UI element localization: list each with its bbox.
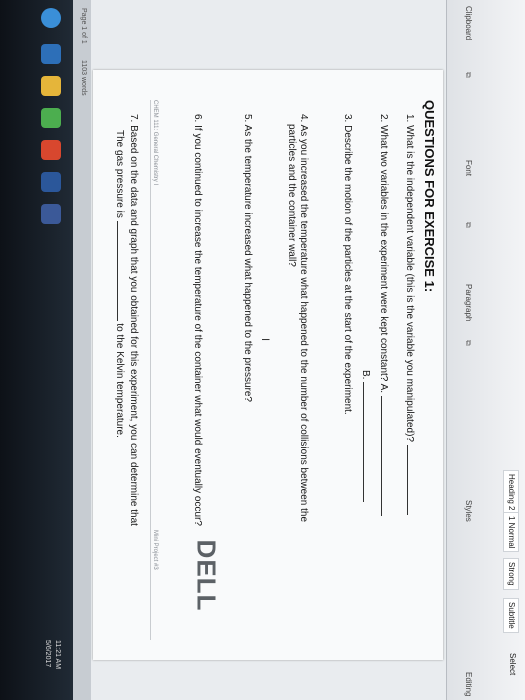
word-count: 1103 words <box>80 60 87 96</box>
style-subtitle[interactable]: Subtitle <box>503 598 519 633</box>
question-6: 6. If you continued to increase the temp… <box>192 114 203 526</box>
question-5: 5. As the temperature increased what hap… <box>242 114 253 402</box>
ribbon-group-editing: Editing <box>464 672 473 697</box>
text-cursor-icon: I <box>259 338 271 342</box>
select-button[interactable]: Select <box>505 650 519 678</box>
page-heading: QUESTIONS FOR EXERCISE 1: <box>422 100 437 293</box>
question-7-cont: The gas pressure is to the Kelvin temper… <box>114 130 125 438</box>
style-strong[interactable]: Strong <box>503 558 519 590</box>
word-window: Clipboard ⧉ Font ⧉ Paragraph ⧉ Styles Ed… <box>0 0 525 700</box>
style-heading2[interactable]: Heading 2 <box>503 470 519 515</box>
answer-blank[interactable] <box>117 220 118 321</box>
ribbon-group-styles: Styles <box>464 500 473 522</box>
chrome-icon[interactable] <box>41 108 61 128</box>
question-7: 7. Based on the data and graph that you … <box>128 114 139 526</box>
question-4-cont: particles and the container wall? <box>286 124 297 267</box>
ie-icon[interactable] <box>41 44 61 64</box>
question-2: 2. What two variables in the experiment … <box>378 114 389 516</box>
dialog-launcher-icon[interactable]: ⧉ <box>463 72 473 78</box>
footer-course: CHEM 111: General Chemistry I <box>152 100 158 186</box>
document-page[interactable]: QUESTIONS FOR EXERCISE 1: 1. What is the… <box>93 70 443 660</box>
status-bar: Page 1 of 1 1103 words <box>73 0 91 700</box>
taskbar <box>0 0 73 700</box>
question-1: 1. What is the independent variable (thi… <box>404 114 415 515</box>
clock-date: 5/6/2017 <box>44 640 51 668</box>
start-button-icon[interactable] <box>41 8 61 28</box>
question-2b: B. <box>360 370 371 503</box>
answer-blank[interactable] <box>363 382 364 503</box>
ribbon-group-font: Font <box>464 160 473 177</box>
app-icon[interactable] <box>41 204 61 224</box>
ribbon-group-paragraph: Paragraph <box>464 284 473 322</box>
media-icon[interactable] <box>41 140 61 160</box>
photo-stage: Clipboard ⧉ Font ⧉ Paragraph ⧉ Styles Ed… <box>0 0 525 700</box>
question-4: 4. As you increased the temperature what… <box>298 114 309 523</box>
word-icon[interactable] <box>41 172 61 192</box>
footer-project: Mini Project #3 <box>152 530 158 570</box>
answer-blank[interactable] <box>407 444 408 515</box>
dialog-launcher-icon[interactable]: ⧉ <box>463 340 473 346</box>
style-normal[interactable]: 1 Normal <box>503 512 519 553</box>
ribbon-group-clipboard: Clipboard <box>464 6 473 41</box>
dialog-launcher-icon[interactable]: ⧉ <box>463 222 473 228</box>
question-3: 3. Describe the motion of the particles … <box>342 114 353 415</box>
dell-logo: DELL <box>191 539 222 612</box>
page-count: Page 1 of 1 <box>80 8 87 44</box>
ribbon: Clipboard ⧉ Font ⧉ Paragraph ⧉ Styles Ed… <box>446 0 525 700</box>
clock-time: 11:21 AM <box>54 640 61 670</box>
answer-blank[interactable] <box>381 395 382 516</box>
page-divider <box>150 100 151 640</box>
folder-icon[interactable] <box>41 76 61 96</box>
